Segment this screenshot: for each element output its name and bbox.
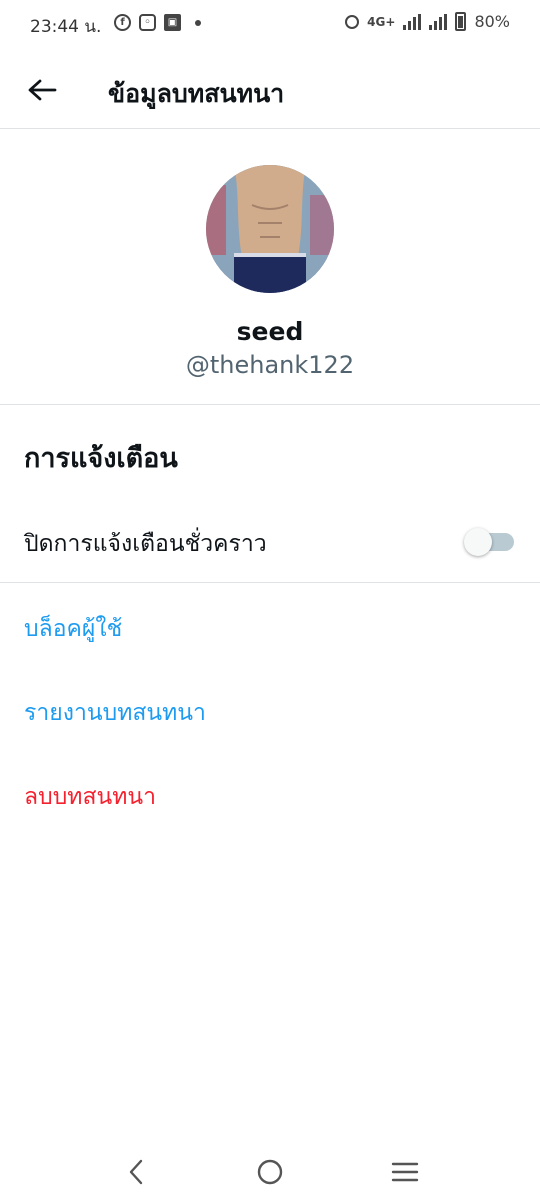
delete-conversation-button[interactable]: ลบบทสนทนา [24, 779, 156, 815]
back-button[interactable] [24, 72, 60, 108]
facebook-icon: f [114, 14, 131, 31]
circle-home-icon [257, 1159, 283, 1185]
instagram-icon: ◦ [139, 14, 156, 31]
page-title: ข้อมูลบทสนทนา [108, 79, 285, 108]
signal-icon [403, 13, 422, 30]
battery-icon [455, 12, 467, 31]
network-type: 4G+ [367, 14, 396, 29]
block-user-button[interactable]: บล็อคผู้ใช้ [24, 611, 122, 647]
notifications-section-title: การแจ้งเตือน [24, 443, 178, 474]
toggle-knob [464, 528, 492, 556]
profile-handle: @thehank122 [185, 351, 355, 379]
avatar[interactable] [206, 165, 334, 293]
snooze-notifications-label: ปิดการแจ้งเตือนชั่วคราว [24, 531, 267, 557]
battery-percent: 80% [474, 12, 510, 31]
status-system-icons: 4G+ 80% [345, 12, 510, 31]
system-navigation-bar [0, 1140, 540, 1200]
signal-2-icon [429, 13, 448, 30]
status-time: 23:44 น. [30, 17, 102, 37]
nav-recents-button[interactable] [387, 1154, 423, 1190]
more-notifications-dot-icon [195, 19, 201, 26]
chevron-left-icon [129, 1159, 143, 1185]
snooze-notifications-toggle[interactable] [464, 528, 514, 556]
profile-card[interactable]: seed @thehank122 [0, 129, 540, 405]
nav-back-button[interactable] [118, 1154, 154, 1190]
arrow-left-icon [28, 79, 57, 101]
report-conversation-button[interactable]: รายงานบทสนทนา [24, 695, 206, 731]
nav-home-button[interactable] [252, 1154, 288, 1190]
status-notification-icons: f ◦ ▣ [114, 14, 201, 31]
top-app-bar: ข้อมูลบทสนทนา [0, 50, 540, 129]
profile-name: seed [236, 317, 304, 346]
alarm-icon [345, 14, 360, 29]
facebook-page-icon: ▣ [164, 14, 181, 31]
avatar-image [206, 165, 334, 293]
status-bar: 23:44 น. f ◦ ▣ 4G+ 80% [0, 0, 540, 50]
menu-lines-icon [391, 1162, 419, 1182]
snooze-notifications-row[interactable]: ปิดการแจ้งเตือนชั่วคราว [0, 500, 540, 583]
